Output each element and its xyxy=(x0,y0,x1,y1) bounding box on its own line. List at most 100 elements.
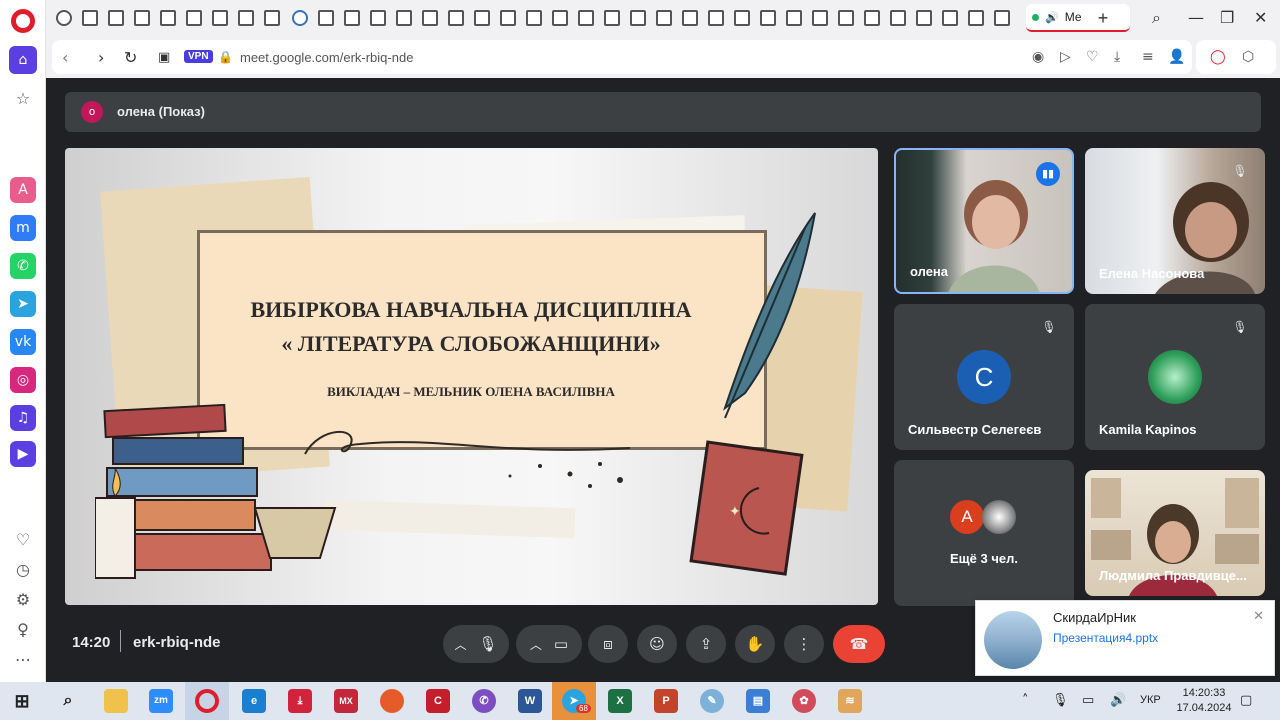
tab-favicon[interactable] xyxy=(604,10,620,26)
tray-mic-icon[interactable]: 🎙 xyxy=(1052,693,1069,708)
tab-favicon[interactable] xyxy=(318,10,334,26)
powerpoint-icon[interactable]: P xyxy=(654,689,678,713)
telegram-icon[interactable]: ➤ xyxy=(10,291,36,317)
chevron-up-icon[interactable]: ︿ xyxy=(454,636,466,653)
heart-icon[interactable]: ♡ xyxy=(9,525,37,553)
mic-control[interactable]: ︿ 🎙 xyxy=(443,625,509,663)
opera-icon[interactable] xyxy=(11,9,35,33)
download-manager-icon[interactable]: ⤓ xyxy=(288,689,312,713)
more-icon[interactable]: ⋯ xyxy=(9,645,37,673)
app-icon[interactable]: C xyxy=(426,689,450,713)
camera-indicator-icon[interactable]: ▣ xyxy=(158,50,170,65)
notification-file-link[interactable]: Презентация4.pptx xyxy=(1053,631,1158,645)
tab-favicon[interactable] xyxy=(212,10,228,26)
player-icon[interactable]: ▶ xyxy=(10,441,36,467)
whatsapp-icon[interactable]: ✆ xyxy=(10,253,36,279)
tab-favicon[interactable] xyxy=(708,10,724,26)
tab-google-meet[interactable]: 🔊 Ме xyxy=(1026,4,1130,32)
search-icon[interactable]: ⌕ xyxy=(56,689,80,713)
settings-icon[interactable]: ⚙ xyxy=(9,585,37,613)
reload-icon[interactable]: ↻ xyxy=(124,48,137,67)
app-icon[interactable]: ✿ xyxy=(792,689,816,713)
participant-tile[interactable]: Людмила Правдивце... xyxy=(1085,470,1265,596)
tab-favicon[interactable] xyxy=(264,10,280,26)
notification-toast[interactable]: СкирдаИрНик Презентация4.pptx ✕ xyxy=(975,600,1275,676)
camera-icon[interactable]: ▭ xyxy=(554,635,568,653)
new-tab-button[interactable]: + xyxy=(1094,9,1112,27)
close-icon[interactable]: ✕ xyxy=(1253,609,1264,624)
address-field[interactable]: ‹ › ↻ ▣ VPN 🔒 meet.google.com/erk-rbiq-n… xyxy=(52,40,1192,74)
search-tabs-icon[interactable]: ⌕ xyxy=(1152,8,1161,28)
download-icon[interactable]: ⤓ xyxy=(1114,49,1120,65)
language-indicator[interactable]: УКР xyxy=(1140,694,1161,706)
tab-favicon[interactable] xyxy=(630,10,646,26)
app-icon[interactable]: ≋ xyxy=(838,689,862,713)
vk-icon[interactable]: vk xyxy=(10,329,36,355)
profile-icon[interactable]: 👤 xyxy=(1168,49,1185,65)
tab-favicon[interactable] xyxy=(422,10,438,26)
close-window-button[interactable]: ✕ xyxy=(1254,8,1267,27)
messenger-icon[interactable]: m xyxy=(10,215,36,241)
lock-icon[interactable]: 🔒 xyxy=(218,50,233,64)
edge-icon[interactable]: e xyxy=(242,689,266,713)
media-app-icon[interactable]: MX xyxy=(334,689,358,713)
tab-favicon[interactable] xyxy=(838,10,854,26)
notifications-icon[interactable]: ▢ xyxy=(1240,693,1252,708)
present-button[interactable]: ⇪ xyxy=(686,625,726,663)
word-icon[interactable]: W xyxy=(518,689,542,713)
tab-favicon[interactable] xyxy=(526,10,542,26)
raise-hand-button[interactable]: ✋ xyxy=(735,625,775,663)
excel-icon[interactable]: X xyxy=(608,689,632,713)
tab-favicon[interactable] xyxy=(864,10,880,26)
participant-tile[interactable]: 🎙 Kamila Kapinos xyxy=(1085,304,1265,450)
captions-button[interactable]: ⧈ xyxy=(588,625,628,663)
tab-favicon[interactable] xyxy=(292,10,308,26)
tab-favicon[interactable] xyxy=(500,10,516,26)
volume-icon[interactable]: 🔊 xyxy=(1110,693,1126,708)
snapshot-icon[interactable]: ◉ xyxy=(1032,49,1044,65)
tab-favicon[interactable] xyxy=(238,10,254,26)
tab-favicon[interactable] xyxy=(448,10,464,26)
tab-favicon[interactable] xyxy=(474,10,490,26)
tab-favicon[interactable] xyxy=(56,10,72,26)
viber-icon[interactable]: ✆ xyxy=(472,689,496,713)
music-icon[interactable]: ♫ xyxy=(10,405,36,431)
emoji-button[interactable]: ☺ xyxy=(637,625,677,663)
mic-icon[interactable]: 🎙 xyxy=(478,635,497,653)
tab-favicon[interactable] xyxy=(760,10,776,26)
participant-tile[interactable]: 🎙 Елена Насонова xyxy=(1085,148,1265,294)
url-text[interactable]: meet.google.com/erk-rbiq-nde xyxy=(240,50,413,65)
history-icon[interactable]: ◷ xyxy=(9,555,37,583)
notepad-icon[interactable]: ▤ xyxy=(746,689,770,713)
zoom-icon[interactable]: zm xyxy=(149,689,173,713)
minimize-button[interactable]: — xyxy=(1188,8,1204,27)
leave-call-button[interactable]: ☎ xyxy=(833,625,885,663)
tab-favicon[interactable] xyxy=(134,10,150,26)
more-options-button[interactable]: ⋮ xyxy=(784,625,824,663)
more-participants-tile[interactable]: А Ещё 3 чел. xyxy=(894,460,1074,606)
tab-favicon[interactable] xyxy=(812,10,828,26)
vpn-badge[interactable]: VPN xyxy=(184,50,213,63)
tab-favicon[interactable] xyxy=(370,10,386,26)
restore-button[interactable]: ❐ xyxy=(1220,8,1234,27)
favorite-icon[interactable]: ♡ xyxy=(1086,49,1099,65)
paint-icon[interactable]: ✎ xyxy=(700,689,724,713)
participant-tile[interactable]: ▮▮ олена xyxy=(894,148,1074,294)
system-clock[interactable]: 14:20:33 17.04.2024 xyxy=(1172,686,1236,716)
file-explorer-icon[interactable] xyxy=(104,689,128,713)
send-icon[interactable]: ▷ xyxy=(1060,49,1071,65)
tray-chevron-icon[interactable]: ˄ xyxy=(1022,693,1029,708)
tab-favicon[interactable] xyxy=(160,10,176,26)
instagram-icon[interactable]: ◎ xyxy=(10,367,36,393)
tab-favicon[interactable] xyxy=(916,10,932,26)
tab-favicon[interactable] xyxy=(186,10,202,26)
tab-favicon[interactable] xyxy=(578,10,594,26)
chevron-up-icon[interactable]: ︿ xyxy=(530,636,542,653)
tab-favicon[interactable] xyxy=(82,10,98,26)
tab-favicon[interactable] xyxy=(890,10,906,26)
tab-favicon[interactable] xyxy=(994,10,1010,26)
opera-taskbar-icon[interactable] xyxy=(195,689,219,713)
start-icon[interactable]: ⊞ xyxy=(10,689,34,713)
tab-favicon[interactable] xyxy=(396,10,412,26)
burner-icon[interactable] xyxy=(380,689,404,713)
